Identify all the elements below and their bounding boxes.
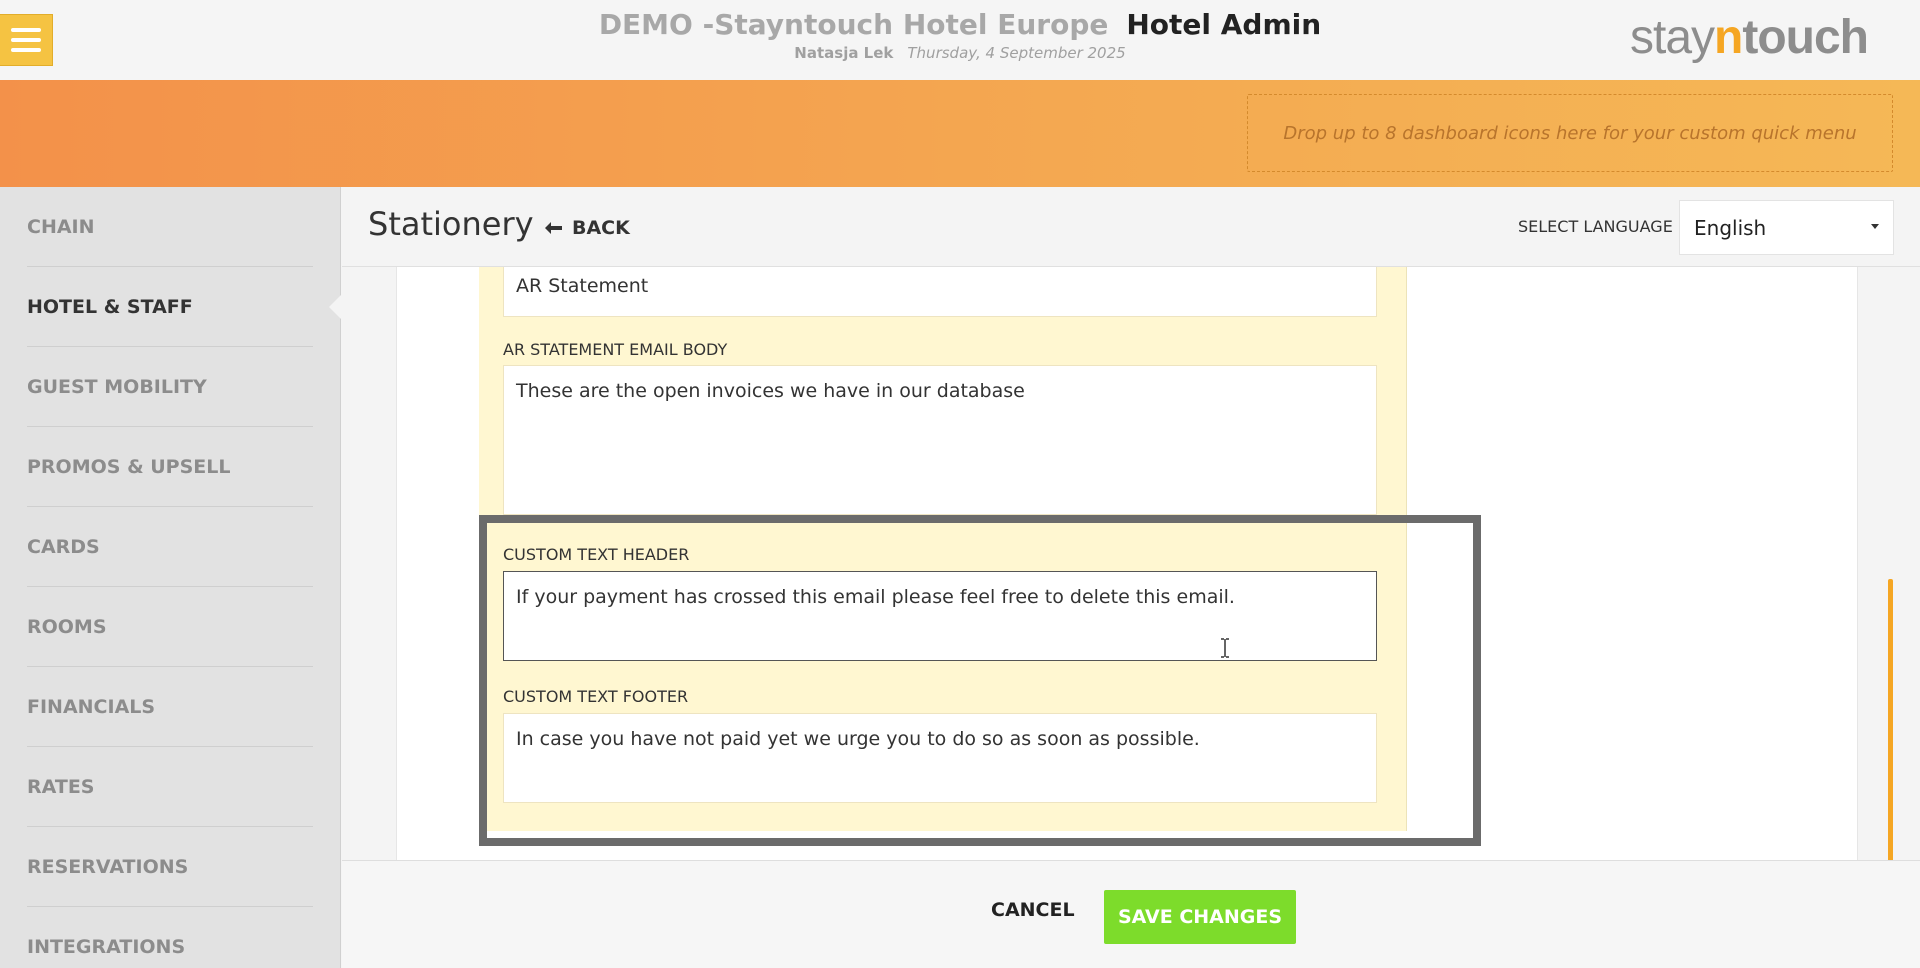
scrollbar-thumb[interactable] — [1888, 579, 1893, 860]
business-date: Thursday, 4 September 2025 — [907, 44, 1126, 62]
language-select[interactable]: English — [1679, 200, 1894, 255]
chevron-down-icon — [1871, 224, 1879, 229]
custom-header-label: CUSTOM TEXT HEADER — [503, 545, 690, 564]
top-header: DEMO -Stayntouch Hotel Europe Hotel Admin… — [0, 0, 1920, 80]
sidebar-item-promos-upsell[interactable]: PROMOS & UPSELL — [0, 427, 340, 507]
stationery-form: AR Statement AR STATEMENT EMAIL BODY The… — [479, 267, 1407, 831]
user-name: Natasja Lek — [794, 44, 894, 62]
ar-statement-subject-field[interactable]: AR Statement — [503, 267, 1377, 317]
main-content: AR Statement AR STATEMENT EMAIL BODY The… — [342, 267, 1920, 860]
arrow-left-icon — [545, 222, 562, 234]
sidebar-item-hotel-staff[interactable]: HOTEL & STAFF — [0, 267, 341, 347]
sidebar-item-rooms[interactable]: ROOMS — [0, 587, 340, 667]
sidebar-item-chain[interactable]: CHAIN — [0, 187, 340, 267]
email-body-label: AR STATEMENT EMAIL BODY — [503, 340, 728, 359]
quick-menu-dropzone[interactable]: Drop up to 8 dashboard icons here for yo… — [1247, 94, 1893, 172]
app-name: Hotel Admin — [1126, 8, 1322, 41]
sidebar-item-financials[interactable]: FINANCIALS — [0, 667, 340, 747]
stayntouch-logo: stayntouch — [1630, 11, 1869, 64]
back-button-label: BACK — [572, 217, 630, 239]
sidebar-item-guest-mobility[interactable]: GUEST MOBILITY — [0, 347, 340, 427]
page-header: Stationery BACK SELECT LANGUAGE English — [342, 187, 1920, 267]
save-changes-button[interactable]: SAVE CHANGES — [1104, 890, 1296, 944]
email-body-textarea[interactable]: These are the open invoices we have in o… — [503, 365, 1377, 515]
footer-actions: CANCEL SAVE CHANGES — [342, 860, 1920, 968]
sidebar: CHAIN HOTEL & STAFF GUEST MOBILITY PROMO… — [0, 187, 341, 968]
back-button[interactable]: BACK — [545, 217, 630, 239]
custom-footer-label: CUSTOM TEXT FOOTER — [503, 687, 689, 706]
sidebar-item-integrations[interactable]: INTEGRATIONS — [0, 907, 340, 968]
text-cursor-icon — [1221, 638, 1229, 658]
page-title: Stationery — [368, 205, 534, 243]
content-panel: AR Statement AR STATEMENT EMAIL BODY The… — [396, 267, 1858, 860]
cancel-button[interactable]: CANCEL — [991, 899, 1075, 921]
language-label: SELECT LANGUAGE — [1518, 217, 1673, 236]
quick-menu-band: Drop up to 8 dashboard icons here for yo… — [0, 80, 1920, 187]
sidebar-item-reservations[interactable]: RESERVATIONS — [0, 827, 340, 907]
sidebar-item-rates[interactable]: RATES — [0, 747, 340, 827]
sidebar-item-cards[interactable]: CARDS — [0, 507, 340, 587]
hotel-name: DEMO -Stayntouch Hotel Europe — [598, 8, 1109, 41]
language-value: English — [1694, 215, 1767, 240]
custom-footer-textarea[interactable]: In case you have not paid yet we urge yo… — [503, 713, 1377, 803]
custom-header-textarea[interactable]: If your payment has crossed this email p… — [503, 571, 1377, 661]
